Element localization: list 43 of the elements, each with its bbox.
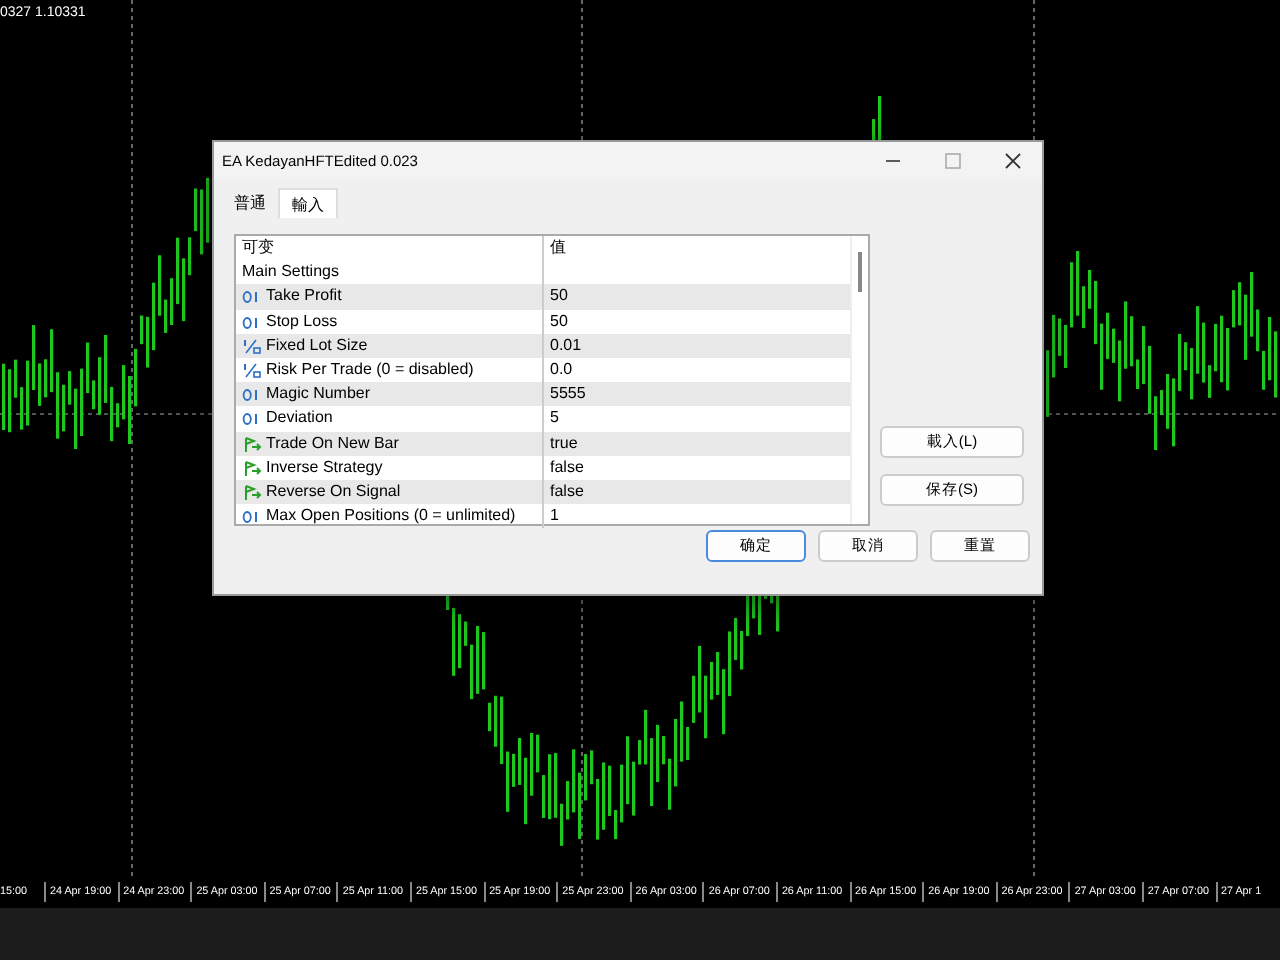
column-header: 值: [548, 236, 566, 260]
table-row[interactable]: Trade On New Bar true: [236, 431, 850, 456]
integer-type-icon: [242, 386, 262, 403]
table-row[interactable]: Magic Number 5555: [236, 382, 850, 407]
scrollbar-thumb[interactable]: [858, 252, 862, 292]
table-row[interactable]: Reverse On Signal false: [236, 479, 850, 505]
column-header: 可变: [242, 236, 274, 260]
integer-type-icon: [242, 288, 262, 305]
flag-type-icon: [242, 483, 262, 500]
parameter-name: Stop Loss: [266, 309, 338, 334]
fraction-type-icon: [242, 362, 262, 379]
parameter-value: 50: [550, 286, 568, 305]
parameter-value: 0.01: [550, 335, 582, 354]
parameter-name: Risk Per Trade (0 = disabled): [266, 357, 474, 382]
parameter-value: true: [550, 433, 578, 451]
integer-type-icon: [242, 508, 262, 525]
integer-type-icon: [242, 410, 262, 427]
parameter-value: false: [550, 481, 584, 500]
parameter-name: Deviation: [266, 406, 333, 431]
parameter-value: 5555: [550, 384, 586, 403]
parameter-value: 1: [550, 506, 559, 525]
flag-type-icon: [242, 459, 262, 476]
table-row[interactable]: Take Profit 50: [236, 284, 850, 310]
parameter-name: Inverse Strategy: [266, 455, 383, 480]
group-label: Main Settings: [242, 260, 339, 285]
parameter-value: 50: [550, 311, 568, 330]
parameter-name: Max Open Positions (0 = unlimited): [266, 504, 516, 529]
parameter-name: Magic Number: [266, 382, 371, 407]
parameter-name: Trade On New Bar: [266, 431, 399, 455]
flag-type-icon: [242, 435, 262, 452]
parameter-value: 5: [550, 408, 559, 427]
parameter-name: Reverse On Signal: [266, 479, 401, 504]
table-row[interactable]: Fixed Lot Size 0.01: [236, 333, 850, 358]
close-icon[interactable]: [1003, 152, 1021, 170]
parameter-value: 0.0: [550, 359, 573, 378]
tab[interactable]: 輸入: [278, 188, 338, 218]
tab[interactable]: 普通: [222, 188, 278, 218]
fraction-type-icon: [242, 337, 262, 354]
table-row[interactable]: Max Open Positions (0 = unlimited) 1: [236, 504, 850, 529]
parameter-name: Fixed Lot Size: [266, 333, 368, 358]
integer-type-icon: [242, 313, 262, 330]
parameter-name: Take Profit: [266, 284, 342, 309]
parameter-value: false: [550, 457, 584, 476]
